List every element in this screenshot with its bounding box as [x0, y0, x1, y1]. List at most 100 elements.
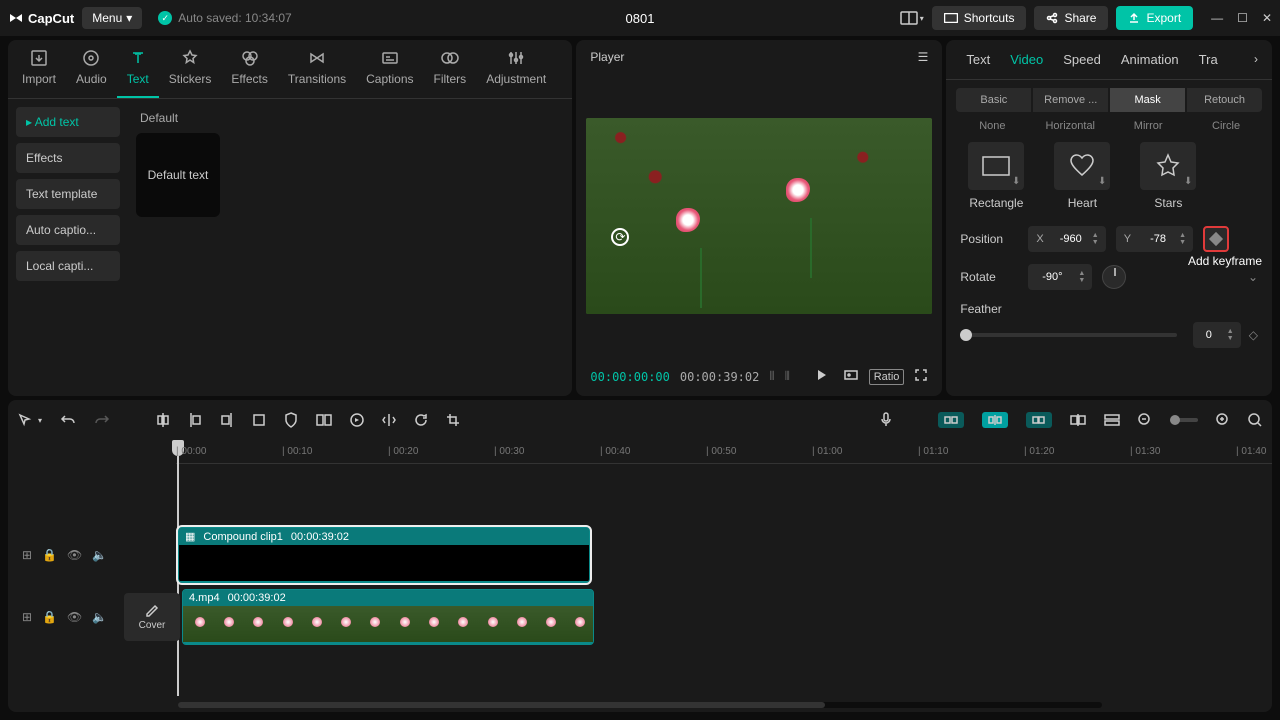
rotate-value[interactable] — [1028, 271, 1076, 283]
undo-icon[interactable] — [60, 413, 76, 427]
columns-icon[interactable]: ⦀ — [769, 369, 774, 384]
mask-horizontal[interactable]: Horizontal — [1038, 120, 1102, 132]
rotate-wheel[interactable] — [1102, 265, 1126, 289]
rotate-input[interactable]: ▲▼ — [1028, 264, 1092, 290]
prop-tab-text[interactable]: Text — [956, 40, 1000, 79]
track-mute-icon[interactable]: 🔈 — [92, 610, 107, 624]
rotate-icon[interactable] — [414, 413, 428, 427]
expand-icon[interactable]: ⌄ — [1248, 270, 1258, 284]
feather-input[interactable]: ▲▼ — [1193, 322, 1241, 348]
cover-button[interactable]: Cover — [124, 593, 180, 641]
feather-slider[interactable] — [960, 333, 1176, 337]
close-icon[interactable]: ✕ — [1262, 11, 1272, 25]
snap-track-icon[interactable] — [982, 412, 1008, 428]
delete-left-icon[interactable] — [188, 412, 202, 428]
tab-stickers[interactable]: Stickers — [159, 40, 222, 98]
default-text-thumb[interactable]: Default text — [136, 133, 220, 217]
tab-audio[interactable]: Audio — [66, 40, 117, 98]
timeline-ruler[interactable]: | 00:00| 00:10| 00:20| 00:30| 00:40| 00:… — [176, 440, 1272, 464]
select-dropdown-icon[interactable]: ▾ — [38, 416, 42, 425]
mask-mirror[interactable]: Mirror — [1116, 120, 1180, 132]
sub-tab-basic[interactable]: Basic — [956, 88, 1031, 112]
track-visible-icon[interactable]: 👁 — [67, 548, 82, 562]
mask-heart[interactable]: ⬇Heart — [1046, 142, 1118, 210]
track-options-icon[interactable] — [1104, 414, 1120, 426]
shortcuts-button[interactable]: Shortcuts — [932, 6, 1027, 30]
track-add-icon[interactable]: ⊞ — [22, 548, 32, 562]
sidebar-item-auto-captions[interactable]: Auto captio... — [16, 215, 120, 245]
zoom-in-icon[interactable] — [1216, 413, 1230, 427]
feather-spinner[interactable]: ▲▼ — [1225, 326, 1241, 344]
track-lock-icon[interactable]: 🔒 — [42, 548, 57, 562]
select-tool-icon[interactable] — [18, 413, 32, 427]
tab-import[interactable]: Import — [12, 40, 66, 98]
sub-tab-remove[interactable]: Remove ... — [1033, 88, 1108, 112]
prop-tab-speed[interactable]: Speed — [1053, 40, 1111, 79]
menu-button[interactable]: Menu ▾ — [82, 7, 142, 29]
crop-icon[interactable] — [252, 413, 266, 427]
video-clip[interactable]: 4.mp400:00:39:02 — [182, 589, 594, 645]
feather-value[interactable] — [1193, 329, 1225, 341]
flip-h-icon[interactable] — [382, 413, 396, 427]
scrollbar-thumb[interactable] — [178, 702, 825, 708]
snap-link-icon[interactable] — [1026, 412, 1052, 428]
sub-tab-retouch[interactable]: Retouch — [1187, 88, 1262, 112]
y-spinner[interactable]: ▲▼ — [1177, 230, 1193, 248]
tab-transitions[interactable]: Transitions — [278, 40, 356, 98]
mask-stars[interactable]: ⬇Stars — [1132, 142, 1204, 210]
sidebar-item-effects[interactable]: Effects — [16, 143, 120, 173]
reverse-icon[interactable] — [350, 413, 364, 427]
crop-tool-icon[interactable] — [446, 413, 460, 427]
x-value[interactable] — [1052, 233, 1090, 245]
delete-right-icon[interactable] — [220, 412, 234, 428]
mask-rectangle[interactable]: ⬇Rectangle — [960, 142, 1032, 210]
prop-tab-video[interactable]: Video — [1000, 40, 1053, 79]
split-icon[interactable] — [156, 412, 170, 428]
zoom-slider[interactable] — [1170, 418, 1198, 422]
y-value[interactable] — [1139, 233, 1177, 245]
x-spinner[interactable]: ▲▼ — [1090, 230, 1106, 248]
rotate-spinner[interactable]: ▲▼ — [1076, 268, 1092, 286]
export-button[interactable]: Export — [1116, 6, 1193, 30]
compound-clip[interactable]: ▦Compound clip100:00:39:02 — [178, 527, 590, 583]
position-keyframe-button[interactable] — [1203, 226, 1229, 252]
tab-effects[interactable]: Effects — [221, 40, 277, 98]
maximize-icon[interactable]: ☐ — [1237, 11, 1248, 25]
prop-tab-animation[interactable]: Animation — [1111, 40, 1189, 79]
tabs-more-icon[interactable]: › — [1250, 40, 1262, 79]
feather-keyframe-icon[interactable]: ◇ — [1249, 328, 1258, 342]
mirror-icon[interactable] — [316, 413, 332, 427]
player-viewport[interactable]: ⟳ — [576, 74, 942, 357]
layout-icon[interactable]: ▾ — [900, 11, 924, 25]
snap-main-icon[interactable] — [938, 412, 964, 428]
columns-icon-2[interactable]: ⦀ — [785, 369, 790, 384]
zoom-out-icon[interactable] — [1138, 413, 1152, 427]
position-x-input[interactable]: X▲▼ — [1028, 226, 1105, 252]
preview-cut-icon[interactable] — [1070, 414, 1086, 426]
tab-text[interactable]: Text — [117, 40, 159, 98]
tab-adjustment[interactable]: Adjustment — [476, 40, 556, 98]
slider-thumb[interactable] — [960, 329, 972, 341]
minimize-icon[interactable]: — — [1211, 11, 1223, 25]
play-button[interactable] — [814, 368, 828, 385]
zoom-fit-icon[interactable] — [1248, 413, 1262, 427]
track-visible-icon[interactable]: 👁 — [67, 610, 82, 624]
sub-tab-mask[interactable]: Mask — [1110, 88, 1185, 112]
player-menu-icon[interactable]: ☰ — [918, 50, 929, 64]
track-mute-icon[interactable]: 🔈 — [92, 548, 107, 562]
position-y-input[interactable]: Y▲▼ — [1116, 226, 1193, 252]
rotate-handle-icon[interactable]: ⟳ — [611, 228, 629, 246]
prop-tab-tracking[interactable]: Tra — [1189, 40, 1228, 79]
tab-captions[interactable]: Captions — [356, 40, 423, 98]
sidebar-item-text-template[interactable]: Text template — [16, 179, 120, 209]
sidebar-item-local-captions[interactable]: Local capti... — [16, 251, 120, 281]
track-lock-icon[interactable]: 🔒 — [42, 610, 57, 624]
share-button[interactable]: Share — [1034, 6, 1108, 30]
tab-filters[interactable]: Filters — [424, 40, 477, 98]
mic-icon[interactable] — [880, 412, 892, 428]
redo-icon[interactable] — [94, 413, 110, 427]
mask-none[interactable]: None — [960, 120, 1024, 132]
compare-icon[interactable] — [843, 367, 859, 386]
mask-circle[interactable]: Circle — [1194, 120, 1258, 132]
ratio-button[interactable]: Ratio — [869, 369, 905, 385]
